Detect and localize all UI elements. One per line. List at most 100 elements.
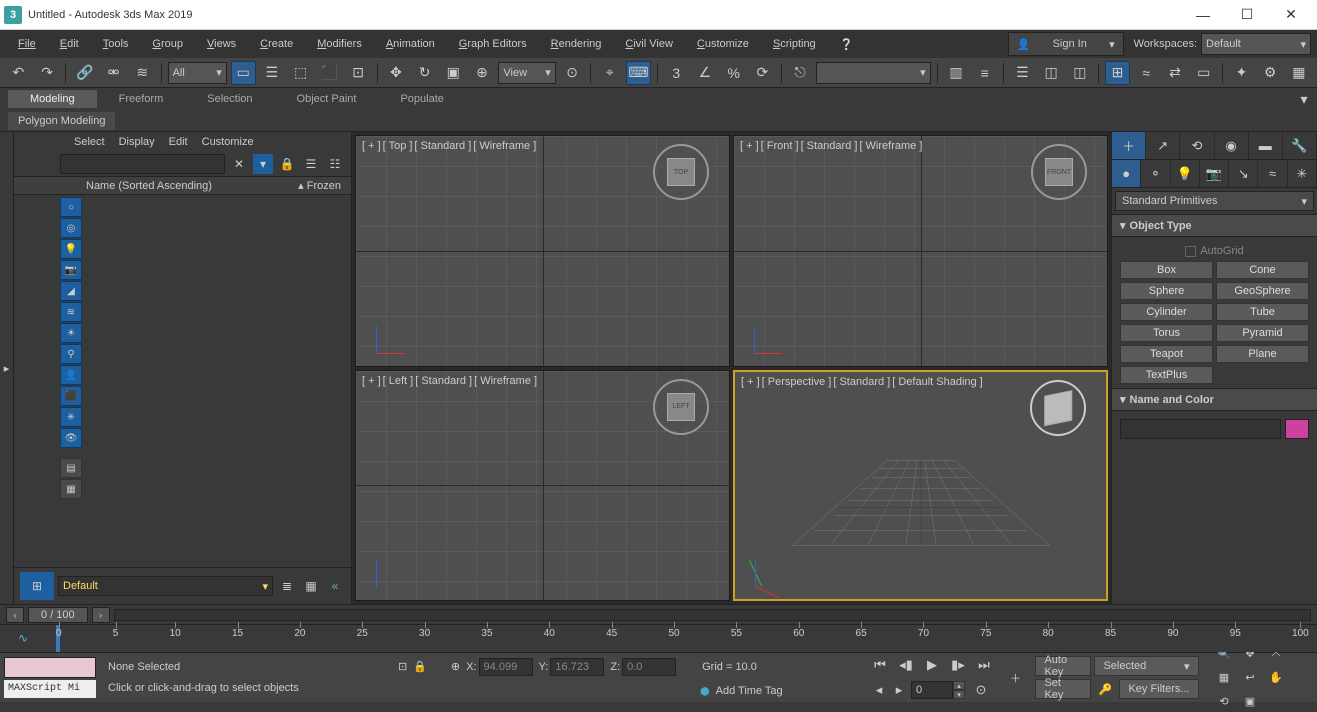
rotate-button[interactable]: ↻ (412, 61, 437, 85)
layer-explorer-button[interactable]: ☰ (1010, 61, 1035, 85)
utilities-tab[interactable]: 🔧 (1283, 132, 1317, 159)
signin-button[interactable]: 👤 Sign In ▾ (1008, 32, 1124, 56)
cameras-tab[interactable]: 📷 (1200, 160, 1229, 187)
prim-plane[interactable]: Plane (1216, 345, 1309, 363)
autokey-button[interactable]: Auto Key (1035, 656, 1091, 676)
named-sel-dropdown[interactable]: ▾ (816, 62, 930, 84)
menu-civil-view[interactable]: Civil View (613, 30, 684, 58)
render-production-button[interactable]: ✦ (1229, 61, 1254, 85)
menu-help-icon[interactable]: ❔ (828, 30, 866, 58)
object-type-rollout[interactable]: ▾Object Type (1112, 214, 1317, 237)
time-tag-icon[interactable]: ⬢ (700, 685, 710, 698)
hierarchy-tab[interactable]: ⟲ (1180, 132, 1214, 159)
spacewarps-tab[interactable]: ≈ (1258, 160, 1287, 187)
category-dropdown[interactable]: Standard Primitives▾ (1115, 191, 1314, 211)
prim-geosphere[interactable]: GeoSphere (1216, 282, 1309, 300)
systems-tab[interactable]: ✳ (1288, 160, 1317, 187)
layer-icon-1[interactable]: ≣ (277, 576, 297, 596)
scene-filter-icon[interactable]: ▾ (253, 154, 273, 174)
select-region-rect-button[interactable]: ⬚ (288, 61, 313, 85)
schematic-view-button[interactable]: ⊞ (1105, 61, 1130, 85)
isolate-icon[interactable]: ⊡ (398, 660, 407, 673)
autogrid-checkbox[interactable]: AutoGrid (1120, 241, 1309, 261)
filter-shapes-icon[interactable]: ◎ (60, 218, 82, 238)
redo-button[interactable]: ↷ (35, 61, 60, 85)
nudge-right-button[interactable]: ▸ (891, 679, 907, 701)
viewport-left-label[interactable]: [ + ][ Left ][ Standard ][ Wireframe ] (362, 375, 539, 387)
viewport-layout-icon[interactable]: ⊞ (20, 572, 54, 600)
viewport-front-label[interactable]: [ + ][ Front ][ Standard ][ Wireframe ] (740, 140, 924, 152)
viewport-front[interactable]: [ + ][ Front ][ Standard ][ Wireframe ] … (733, 135, 1108, 367)
object-name-input[interactable] (1120, 419, 1281, 439)
time-fwd-button[interactable]: › (92, 607, 110, 623)
select-manipulate-button[interactable]: ⌖ (597, 61, 622, 85)
selection-filter-dropdown[interactable]: All▾ (168, 62, 227, 84)
filter-helpers-icon[interactable]: ◢ (60, 281, 82, 301)
prev-frame-button[interactable]: ◂▮ (894, 654, 918, 676)
menu-edit[interactable]: Edit (48, 30, 91, 58)
ribbon-collapse-icon[interactable]: ▾ (1291, 87, 1317, 111)
filter-container-icon[interactable]: ⬛ (60, 386, 82, 406)
link-button[interactable]: 🔗 (72, 61, 97, 85)
play-button[interactable]: ▶ (920, 654, 944, 676)
material-editor-button[interactable]: ≈ (1134, 61, 1159, 85)
scene-view-icon-2[interactable]: ☷ (325, 154, 345, 174)
prim-cone[interactable]: Cone (1216, 261, 1309, 279)
align-button[interactable]: ≡ (972, 61, 997, 85)
percent-snap-button[interactable]: % (721, 61, 746, 85)
menu-rendering[interactable]: Rendering (539, 30, 614, 58)
ribbon-tab-populate[interactable]: Populate (378, 90, 465, 108)
polygon-modeling-panel[interactable]: Polygon Modeling (8, 112, 115, 130)
goto-end-button[interactable]: ⏭ (972, 654, 996, 676)
motion-tab[interactable]: ◉ (1215, 132, 1249, 159)
time-back-button[interactable]: ‹ (6, 607, 24, 623)
viewcube-front[interactable]: FRONT (1031, 144, 1087, 200)
ribbon-tab-modeling[interactable]: Modeling (8, 90, 97, 108)
prim-cylinder[interactable]: Cylinder (1120, 303, 1213, 321)
ref-coord-dropdown[interactable]: View▾ (498, 62, 555, 84)
keymode-dropdown[interactable]: Selected▾ (1094, 656, 1198, 676)
prim-sphere[interactable]: Sphere (1120, 282, 1213, 300)
scene-lock-icon[interactable]: 🔒 (277, 154, 297, 174)
nav-walk-icon[interactable]: ✋ (1265, 668, 1287, 688)
viewport-top[interactable]: [ + ][ Top ][ Standard ][ Wireframe ] TO… (355, 135, 730, 367)
name-color-rollout[interactable]: ▾Name and Color (1112, 388, 1317, 411)
menu-create[interactable]: Create (248, 30, 305, 58)
coord-x-input[interactable] (479, 658, 533, 676)
scene-collapse-icon[interactable]: « (325, 576, 345, 596)
prim-teapot[interactable]: Teapot (1120, 345, 1213, 363)
nav-field-icon[interactable]: ▦ (1213, 668, 1235, 688)
maximize-button[interactable]: ☐ (1225, 0, 1269, 30)
timeline[interactable]: ∿ 0510 152025 303540 455055 606570 75808… (0, 624, 1317, 652)
crossing-button[interactable]: ⊡ (346, 61, 371, 85)
menu-customize[interactable]: Customize (685, 30, 761, 58)
menu-modifiers[interactable]: Modifiers (305, 30, 374, 58)
pivot-button[interactable]: ⊙ (560, 61, 585, 85)
filter-geometry-icon[interactable]: ○ (60, 197, 82, 217)
filter-cameras-icon[interactable]: 📷 (60, 260, 82, 280)
nudge-left-button[interactable]: ◂ (871, 679, 887, 701)
window-crossing-button[interactable]: ⬛ (317, 61, 342, 85)
lights-tab[interactable]: 💡 (1171, 160, 1200, 187)
frame-indicator[interactable]: 0 / 100 (28, 607, 88, 623)
move-button[interactable]: ✥ (383, 61, 408, 85)
placement-button[interactable]: ⊕ (470, 61, 495, 85)
viewcube-left[interactable]: LEFT (653, 379, 709, 435)
scene-search-input[interactable] (60, 154, 225, 174)
prim-tube[interactable]: Tube (1216, 303, 1309, 321)
viewport-left[interactable]: [ + ][ Left ][ Standard ][ Wireframe ] L… (355, 370, 730, 602)
se-menu-select[interactable]: Select (74, 136, 105, 148)
curve-editor-button[interactable]: ◫ (1067, 61, 1092, 85)
rendered-frame-button[interactable]: ▭ (1191, 61, 1216, 85)
bind-spacewarp-button[interactable]: ≋ (130, 61, 155, 85)
ribbon-tab-freeform[interactable]: Freeform (97, 90, 186, 108)
scale-button[interactable]: ▣ (441, 61, 466, 85)
filter-spacewarp-icon[interactable]: ≋ (60, 302, 82, 322)
filter-all-icon[interactable]: ▤ (60, 458, 82, 478)
viewcube-perspective[interactable] (1030, 380, 1086, 436)
render-iterative-button[interactable]: ⚙ (1258, 61, 1283, 85)
abs-rel-icon[interactable]: ⊕ (451, 660, 460, 673)
render-activeshade-button[interactable]: ▦ (1287, 61, 1312, 85)
undo-button[interactable]: ↶ (6, 61, 31, 85)
close-button[interactable]: ✕ (1269, 0, 1313, 30)
